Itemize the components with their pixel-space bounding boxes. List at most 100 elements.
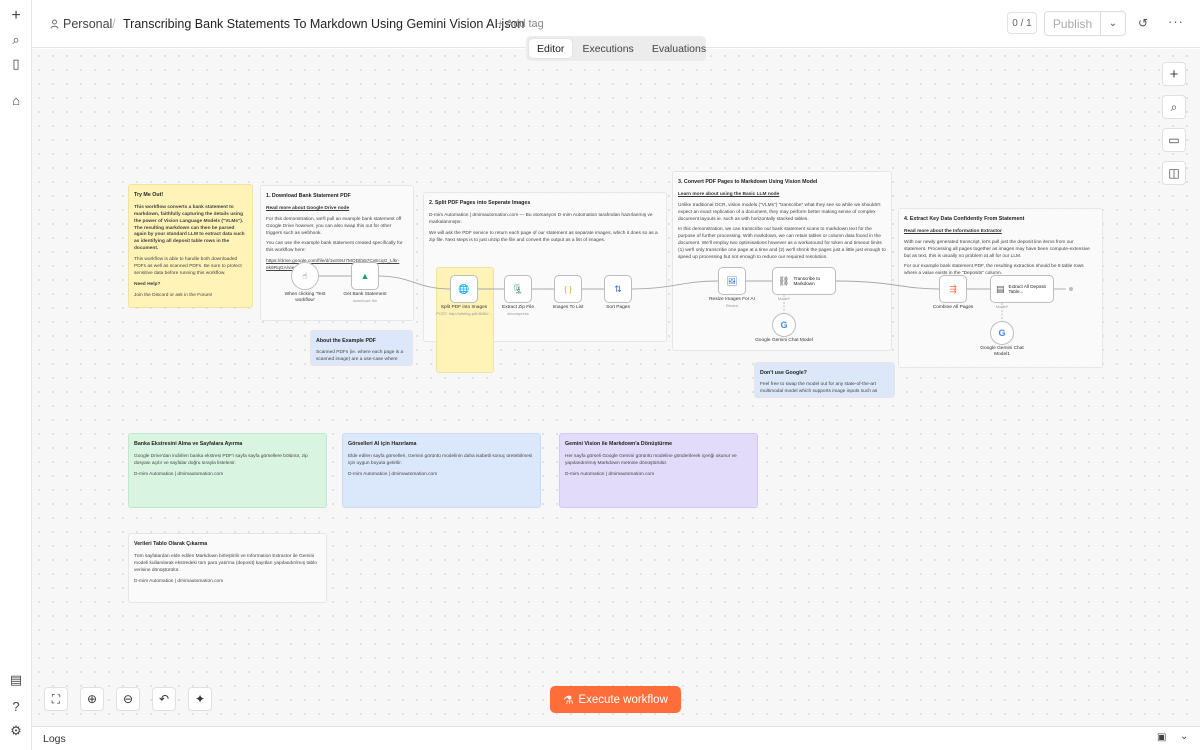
sticky-text: D-mim Automation | dmimautomation.com: [565, 471, 655, 477]
pop-out-icon[interactable]: ▣: [1157, 732, 1166, 743]
help-icon[interactable]: ?: [6, 696, 26, 716]
undo-icon[interactable]: ↶: [152, 687, 176, 711]
sticky-note-icon[interactable]: ▭: [1162, 128, 1186, 152]
braces-icon: { }: [564, 284, 572, 294]
sticky-heading: 4. Extract Key Data Confidently From Sta…: [904, 216, 1025, 222]
gemini-model-node-1[interactable]: G: [990, 321, 1014, 345]
split-out-node[interactable]: { }: [554, 275, 582, 303]
zoom-out-icon[interactable]: ⊖: [116, 687, 140, 711]
compression-node[interactable]: 🗜: [504, 275, 532, 303]
sticky-text: We will ask the PDF service to return ea…: [429, 230, 658, 243]
sticky-dont-use-google[interactable]: Don't use Google? Feel free to swap the …: [754, 362, 895, 398]
node-subtitle: Resize: [725, 303, 739, 308]
search-icon[interactable]: ⌕: [1162, 95, 1186, 119]
node-label: Extract All Deposit Table...: [1008, 283, 1046, 295]
sticky-text: With our newly generated transcript, let…: [904, 239, 1090, 259]
node-label: Google Gemini Chat Model: [755, 338, 813, 343]
panel-toggle-icon[interactable]: ◫: [1162, 161, 1186, 185]
sticky-link[interactable]: Read more about Google Drive node: [266, 206, 408, 213]
node-label: Transcribe to Markdown: [793, 275, 821, 287]
publish-button[interactable]: Publish: [1045, 12, 1101, 35]
sticky-link[interactable]: https://drive.google.com/file/d/1wS9U7MQ…: [266, 259, 408, 273]
home-icon[interactable]: ⌂: [6, 90, 26, 110]
flask-icon: ⚗: [563, 694, 574, 707]
publish-button-group: Publish ⌄: [1044, 11, 1126, 36]
add-node-button[interactable]: +: [1162, 62, 1186, 86]
sort-icon: ⇅: [614, 283, 622, 294]
tidy-up-icon[interactable]: ✦: [188, 687, 212, 711]
http-request-node[interactable]: 🌐: [450, 275, 478, 303]
add-icon[interactable]: +: [6, 6, 26, 26]
trigger-node[interactable]: ☝: [291, 262, 319, 290]
sticky-text: Elde edilen sayfa görselleri, Gemini gör…: [348, 453, 533, 466]
history-icon[interactable]: ↺: [1138, 16, 1148, 30]
sticky-text: D-mim Automation | dmimautomation.com: [134, 471, 224, 477]
chevron-up-icon[interactable]: ⌄: [1180, 731, 1188, 742]
sticky-tr-fetch[interactable]: Banka Ekstresini Alma ve Sayfalara Ayırm…: [128, 433, 327, 508]
sticky-text: Feel free to swap the model out for any …: [760, 381, 878, 394]
workflow-title[interactable]: Transcribing Bank Statements To Markdown…: [123, 17, 524, 31]
google-drive-node[interactable]: ▲: [351, 262, 379, 290]
project-name: Personal: [63, 17, 113, 31]
more-icon[interactable]: ···: [1168, 14, 1184, 29]
zip-icon: 🗜: [512, 283, 524, 294]
node-label: Google Gemini Chat Model1: [980, 346, 1024, 357]
node-subtitle: download: file: [352, 298, 378, 303]
tab-executions[interactable]: Executions: [574, 39, 641, 58]
sticky-heading: Banka Ekstresini Alma ve Sayfalara Ayırm…: [134, 441, 243, 447]
llm-chain-node[interactable]: ⛓ Transcribe to Markdown: [772, 267, 836, 295]
execute-label: Execute workflow: [578, 693, 668, 706]
sticky-text: This workflow is able to handle both dow…: [134, 257, 242, 277]
tab-evaluations[interactable]: Evaluations: [644, 39, 714, 58]
sticky-text: Join the Discord or ask in the Forum!: [134, 293, 213, 299]
node-label: Sort Pages: [606, 305, 630, 310]
aggregate-node[interactable]: ⇶: [939, 275, 967, 303]
settings-icon[interactable]: ⚙: [6, 721, 26, 741]
fit-view-icon[interactable]: ⛶: [44, 687, 68, 711]
zoom-in-icon[interactable]: ⊕: [80, 687, 104, 711]
logs-label: Logs: [43, 733, 66, 745]
execute-workflow-button[interactable]: ⚗ Execute workflow: [550, 686, 681, 713]
pointer-icon: ☝: [302, 270, 308, 281]
workflow-canvas[interactable]: Try Me Out! This workflow converts a ban…: [32, 49, 1200, 726]
active-counter: 0 / 1: [1007, 12, 1037, 34]
sticky-text: Scanned PDFs (ie. where each page is a s…: [316, 349, 404, 362]
node-subtitle: POST: http://stirling-pdf:8080/...: [436, 311, 492, 316]
sticky-link[interactable]: Read more about the Information Extracto…: [904, 229, 1097, 236]
sticky-heading: Try Me Out!: [134, 192, 164, 198]
edit-image-node[interactable]: 🖼: [718, 267, 746, 295]
sort-node[interactable]: ⇅: [604, 275, 632, 303]
sticky-about-pdf[interactable]: About the Example PDF Scanned PDFs (ie. …: [310, 330, 413, 366]
sticky-text: D-mim Automation | dmimautomation.com — …: [429, 212, 653, 225]
sticky-tr-prepare[interactable]: Görselleri AI için Hazırlama Elde edilen…: [342, 433, 541, 508]
sticky-try-me[interactable]: Try Me Out! This workflow converts a ban…: [128, 184, 253, 308]
sticky-text: D-mim Automation | dmimautomation.com: [348, 471, 438, 477]
search-icon[interactable]: ⌕: [6, 30, 26, 50]
information-extractor-node[interactable]: ▤ Extract All Deposit Table...: [990, 275, 1054, 303]
tab-editor[interactable]: Editor: [529, 39, 573, 58]
sticky-tr-convert[interactable]: Gemini Vision ile Markdown'a Dönüştürme …: [559, 433, 758, 508]
sticky-text: For this demonstration, we'll pull an ex…: [266, 216, 402, 236]
sticky-heading: Gemini Vision ile Markdown'a Dönüştürme: [565, 441, 673, 447]
view-tabs: Editor Executions Evaluations: [526, 36, 706, 61]
sticky-heading: Görselleri AI için Hazırlama: [348, 441, 417, 447]
sticky-heading: Don't use Google?: [760, 370, 807, 376]
sticky-link[interactable]: Learn more about using the Basic LLM nod…: [678, 192, 886, 199]
sticky-text: Google Drive'dan indirilen banka ekstres…: [134, 453, 308, 466]
sticky-text: This workflow converts a bank statement …: [134, 204, 245, 252]
sticky-text: Tüm sayfalardan elde edilen Markdown bir…: [134, 553, 317, 573]
chain-icon: ⛓: [778, 275, 790, 286]
merge-icon: ⇶: [949, 283, 957, 294]
sticky-heading: About the Example PDF: [316, 338, 377, 344]
chevron-down-icon[interactable]: ⌄: [1101, 12, 1125, 35]
add-tag-button[interactable]: + Add tag: [497, 18, 544, 30]
panel-icon[interactable]: ▯: [6, 54, 26, 74]
logs-panel[interactable]: Logs ▣ ⌄: [32, 726, 1200, 750]
sticky-heading: 1. Download Bank Statement PDF: [266, 193, 351, 199]
sticky-text: Unlike traditional OCR, vision models ("…: [678, 202, 881, 222]
gemini-model-node[interactable]: G: [772, 313, 796, 337]
insights-icon[interactable]: ▤: [6, 670, 26, 690]
sticky-tr-extract[interactable]: Verileri Tablo Olarak Çıkarma Tüm sayfal…: [128, 533, 327, 603]
breadcrumb-project[interactable]: Personal: [50, 17, 112, 31]
node-label: When clicking 'Test workflow': [284, 292, 326, 303]
